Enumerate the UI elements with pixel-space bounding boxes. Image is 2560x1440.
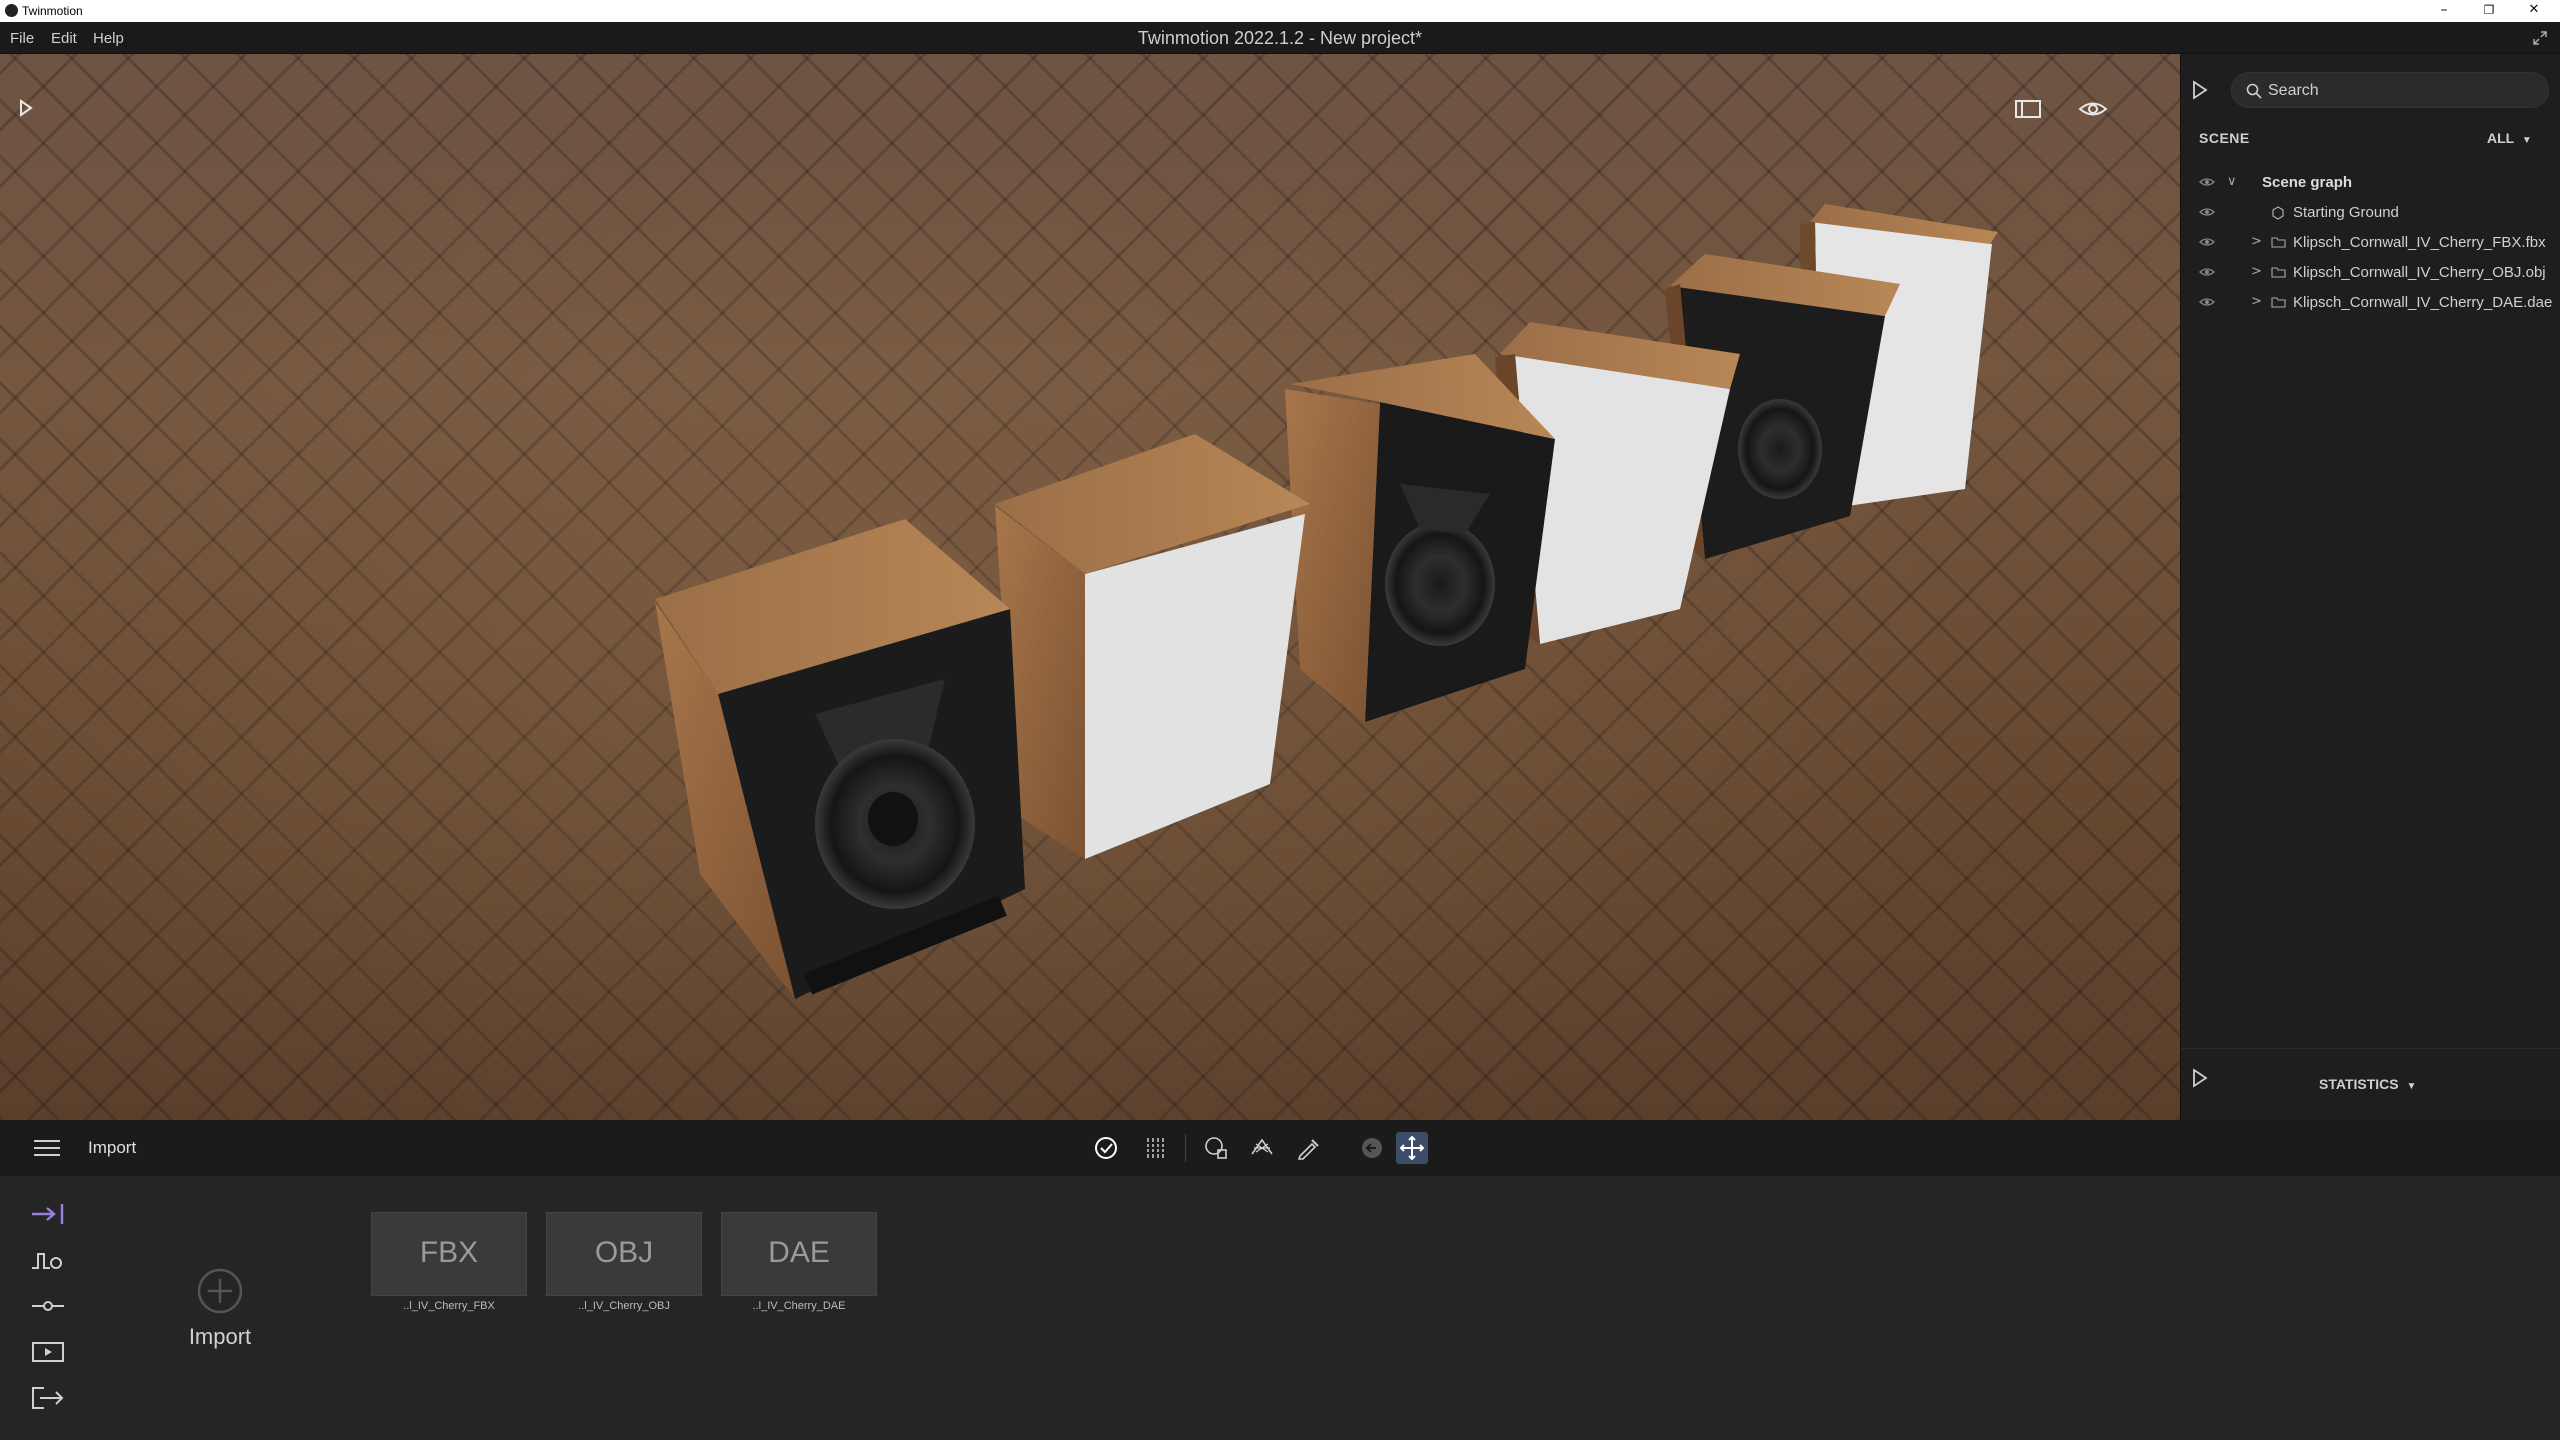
item-caption: ..l_IV_Cherry_OBJ — [578, 1300, 670, 1312]
add-circle-icon — [197, 1268, 243, 1314]
import-tab-icon[interactable] — [30, 1200, 66, 1228]
visibility-eye-icon[interactable] — [2199, 266, 2215, 278]
fullscreen-icon[interactable] — [2532, 30, 2548, 46]
filter-value: ALL — [2487, 130, 2514, 146]
media-tab-icon[interactable] — [30, 1338, 66, 1366]
panel-collapse-icon[interactable] — [2191, 80, 2209, 100]
visibility-eye-icon[interactable] — [2199, 296, 2215, 308]
tree-row-starting-ground[interactable]: Starting Ground — [2181, 198, 2560, 228]
tree-row-scene-graph[interactable]: ∨ Scene graph — [2181, 168, 2560, 198]
speaker-3 — [1285, 354, 1555, 724]
search-input[interactable] — [2268, 79, 2538, 103]
speaker-1 — [655, 519, 1025, 999]
menu-edit[interactable]: Edit — [51, 30, 77, 47]
undo-circle-icon[interactable] — [1356, 1132, 1388, 1164]
context-tab-icon[interactable] — [30, 1246, 66, 1274]
tree-label: Scene graph — [2262, 174, 2353, 191]
format-label: DAE — [768, 1236, 830, 1269]
scene-filter-dropdown[interactable]: ALL ▼ — [2487, 130, 2532, 146]
close-button[interactable]: ✕ — [2511, 0, 2557, 22]
item-caption: ..l_IV_Cherry_DAE — [752, 1300, 846, 1312]
chevron-down-icon[interactable]: ∨ — [2227, 174, 2237, 189]
statistics-expand-icon[interactable] — [2191, 1068, 2209, 1088]
grid-tool-icon[interactable] — [1140, 1132, 1172, 1164]
tree-row-fbx[interactable]: > Klipsch_Cornwall_IV_Cherry_FBX.fbx — [2181, 228, 2560, 258]
toolbar-separator — [1185, 1134, 1186, 1162]
ground-icon — [2272, 206, 2284, 220]
minimize-button[interactable]: – — [2421, 0, 2467, 22]
move-gizmo-button[interactable] — [1396, 1132, 1428, 1164]
caret-down-icon: ▼ — [2406, 1081, 2417, 1092]
scene-panel: SCENE ALL ▼ ∨ Scene graph Starting Groun… — [2180, 54, 2560, 1120]
import-button[interactable]: Import — [170, 1268, 270, 1358]
restore-button[interactable]: ❐ — [2466, 0, 2512, 22]
window-title: Twinmotion 2022.1.2 - New project* — [1137, 28, 1423, 48]
menu-bar: Twinmotion 2022.1.2 - New project* File … — [0, 22, 2560, 54]
toolbar-section-title: Import — [88, 1138, 137, 1157]
import-item-dae[interactable]: DAE ..l_IV_Cherry_DAE — [721, 1212, 877, 1320]
menu-help[interactable]: Help — [93, 30, 124, 47]
chevron-right-icon[interactable]: > — [2251, 234, 2262, 249]
folder-icon — [2271, 237, 2286, 248]
chevron-right-icon[interactable]: > — [2251, 294, 2262, 309]
bottom-toolbar: Import — [0, 1120, 2560, 1176]
3d-viewport[interactable] — [0, 54, 2180, 1120]
eyedropper-icon[interactable] — [1292, 1132, 1324, 1164]
search-icon — [2246, 83, 2262, 99]
tree-label: Klipsch_Cornwall_IV_Cherry_DAE.dae — [2293, 294, 2553, 311]
tree-label: Klipsch_Cornwall_IV_Cherry_FBX.fbx — [2293, 234, 2546, 251]
twinmotion-logo-icon — [5, 4, 18, 17]
os-title-bar: Twinmotion – ❐ ✕ — [0, 0, 2560, 22]
scene-section-label: SCENE — [2199, 130, 2250, 146]
visibility-eye-icon[interactable] — [2199, 206, 2215, 218]
speaker-2 — [995, 434, 1310, 859]
panel-toggle-icon[interactable] — [2014, 98, 2042, 120]
move-gizmo-icon — [1399, 1135, 1425, 1161]
library-panel: Import FBX ..l_IV_Cherry_FBX OBJ ..l_IV_… — [0, 1176, 2560, 1440]
divider — [2181, 1048, 2560, 1049]
scene-render — [655, 204, 1998, 999]
tree-label: Klipsch_Cornwall_IV_Cherry_OBJ.obj — [2293, 264, 2546, 281]
viewport-expand-icon[interactable] — [18, 98, 34, 118]
settings-tab-icon[interactable] — [30, 1292, 66, 1320]
hamburger-menu-icon[interactable] — [33, 1138, 61, 1158]
app-name: Twinmotion — [22, 4, 83, 18]
search-box[interactable] — [2231, 72, 2549, 108]
folder-icon — [2271, 267, 2286, 278]
chevron-right-icon[interactable]: > — [2251, 264, 2262, 279]
format-label: OBJ — [594, 1236, 654, 1269]
import-item-obj[interactable]: OBJ ..l_IV_Cherry_OBJ — [546, 1212, 702, 1320]
item-caption: ..l_IV_Cherry_FBX — [403, 1300, 495, 1312]
statistics-label: STATISTICS — [2319, 1076, 2399, 1092]
visibility-eye-icon[interactable] — [2199, 236, 2215, 248]
folder-icon — [2271, 297, 2286, 308]
lasso-tool-icon[interactable] — [1200, 1132, 1232, 1164]
tree-row-obj[interactable]: > Klipsch_Cornwall_IV_Cherry_OBJ.obj — [2181, 258, 2560, 288]
import-label: Import — [188, 1324, 252, 1349]
import-item-fbx[interactable]: FBX ..l_IV_Cherry_FBX — [371, 1212, 527, 1320]
eye-icon[interactable] — [2078, 98, 2108, 120]
format-label: FBX — [419, 1236, 479, 1269]
visibility-eye-icon[interactable] — [2199, 176, 2215, 188]
export-tab-icon[interactable] — [30, 1384, 66, 1412]
tree-label: Starting Ground — [2293, 204, 2399, 221]
menu-file[interactable]: File — [10, 30, 34, 47]
scatter-tool-icon[interactable] — [1246, 1132, 1278, 1164]
tree-row-dae[interactable]: > Klipsch_Cornwall_IV_Cherry_DAE.dae — [2181, 288, 2560, 318]
caret-down-icon: ▼ — [2521, 135, 2532, 146]
select-tool-icon[interactable] — [1090, 1132, 1122, 1164]
statistics-dropdown[interactable]: STATISTICS ▼ — [2319, 1076, 2416, 1092]
